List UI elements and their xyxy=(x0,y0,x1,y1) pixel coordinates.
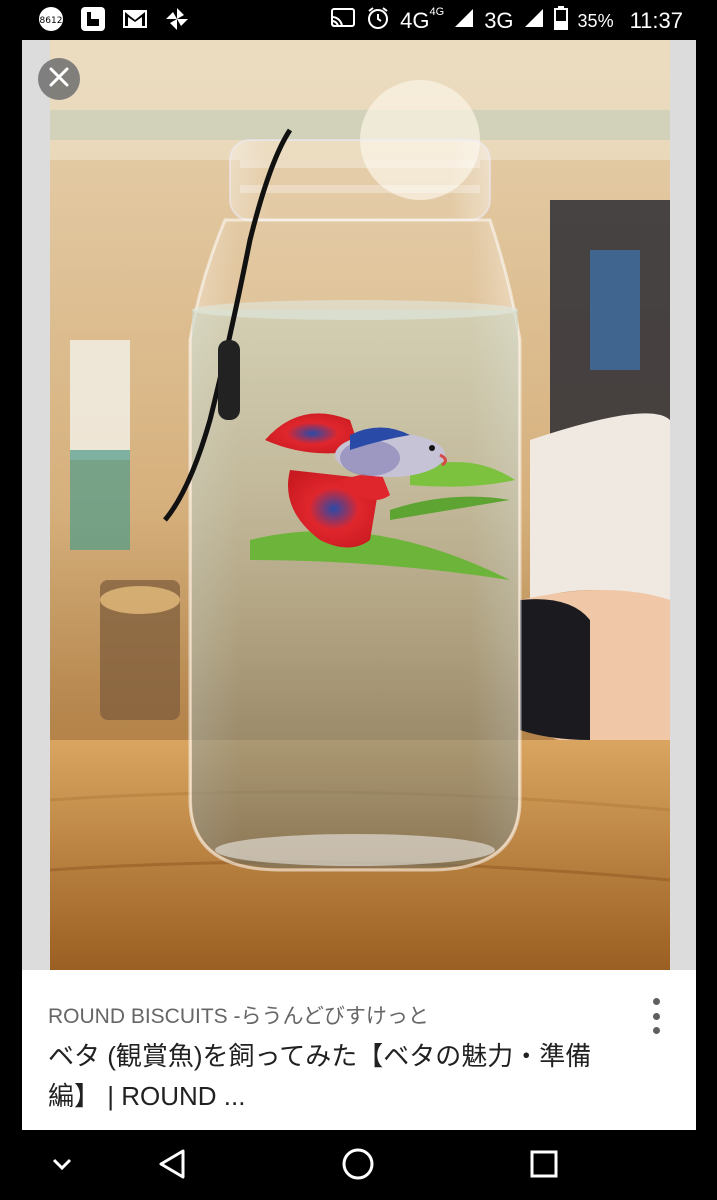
hide-keyboard-button[interactable] xyxy=(40,1144,84,1188)
recents-icon xyxy=(529,1149,559,1184)
close-icon xyxy=(48,66,70,93)
more-options-button[interactable] xyxy=(646,996,666,1036)
notification-icons: 8612 xyxy=(38,6,190,32)
network-label: 4G4G xyxy=(400,6,445,33)
network-sup: 4G xyxy=(429,6,445,18)
back-icon xyxy=(157,1148,187,1185)
back-button[interactable] xyxy=(150,1144,194,1188)
gmail-icon xyxy=(122,6,148,32)
cast-icon xyxy=(330,7,356,35)
alarm-icon xyxy=(366,6,390,36)
source-site[interactable]: ROUND BISCUITS -らうんどびすけっと xyxy=(48,1000,429,1030)
photo-icon xyxy=(80,6,106,32)
jar xyxy=(163,128,522,872)
page-title-link[interactable]: ベタ (観賞魚)を飼ってみた【ベタの魅力・準備編】 | ROUND ... xyxy=(48,1036,618,1116)
home-icon xyxy=(341,1147,375,1186)
status-app-icon: 8612 xyxy=(38,6,64,32)
clock: 11:37 xyxy=(629,8,683,33)
navigation-bar xyxy=(0,1130,717,1200)
pinwheel-icon xyxy=(164,6,190,32)
battery-percent: 35% xyxy=(577,10,614,31)
home-button[interactable] xyxy=(336,1144,380,1188)
battery-icon xyxy=(553,6,568,36)
preview-image[interactable] xyxy=(50,40,670,970)
image-caption[interactable]: ROUND BISCUITS -らうんどびすけっと ベタ (観賞魚)を飼ってみた… xyxy=(22,970,696,1130)
system-status: 4G4G 3G 35% 11:37 xyxy=(330,6,683,36)
network2-label: 3G xyxy=(484,8,514,33)
recents-button[interactable] xyxy=(522,1144,566,1188)
signal-icon xyxy=(454,8,474,34)
signal2-icon xyxy=(524,8,544,34)
chevron-down-icon xyxy=(50,1152,74,1181)
image-preview-card: ROUND BISCUITS -らうんどびすけっと ベタ (観賞魚)を飼ってみた… xyxy=(22,40,696,1130)
status-bar: 8612 4G4G 3G 35% 11:37 xyxy=(0,0,717,40)
close-button[interactable] xyxy=(38,58,80,100)
svg-text:8612: 8612 xyxy=(40,16,63,26)
